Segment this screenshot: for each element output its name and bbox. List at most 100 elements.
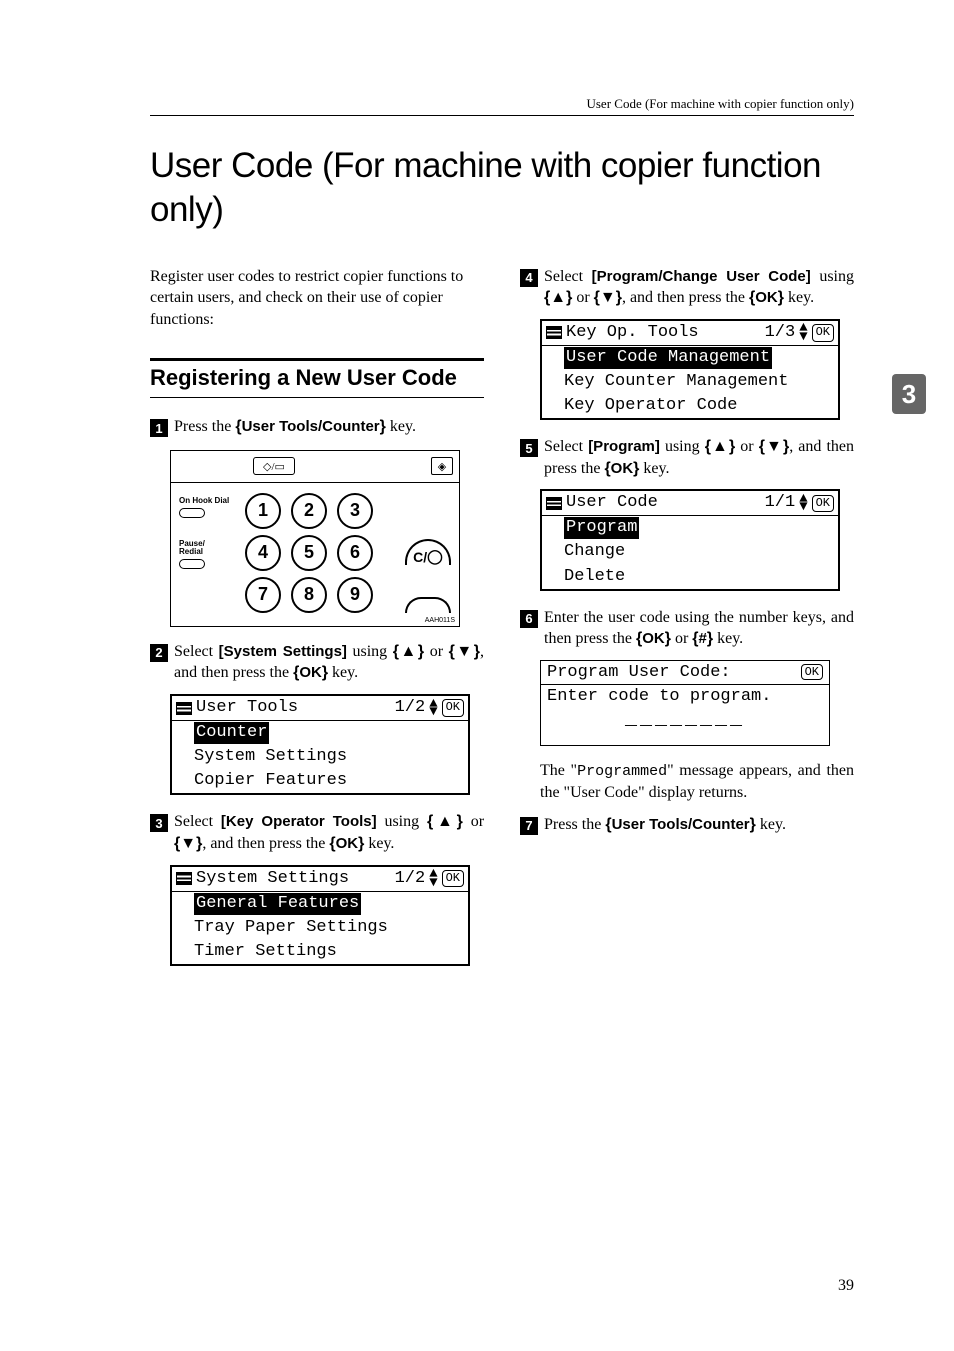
keypad-3: 3: [337, 493, 373, 529]
step-text: key.: [386, 418, 416, 435]
ok-indicator: OK: [442, 699, 464, 717]
step-5: 5 Select [Program] using {▲} or {▼}, and…: [520, 436, 854, 479]
pause-label: Pause/: [179, 539, 205, 548]
menu-icon: [176, 702, 192, 715]
onhook-button-icon: [179, 508, 205, 518]
lcd-selected: Counter: [194, 722, 269, 744]
code-text: Programmed: [577, 763, 667, 780]
section-heading: Registering a New User Code: [150, 358, 484, 398]
step-1: 1 Press the {User Tools/Counter} key.: [150, 416, 484, 438]
step-text: Select: [174, 643, 219, 660]
scroll-icon: ▲▼: [429, 700, 437, 717]
illustration-id: AAH011S: [171, 617, 459, 626]
step-7: 7 Press the {User Tools/Counter} key.: [520, 814, 854, 836]
menu-name: [Program]: [588, 438, 660, 455]
lcd-item: Change: [542, 540, 838, 564]
menu-icon: [546, 326, 562, 339]
display-indicator: ◇/▭: [253, 457, 295, 475]
lcd-user-tools: User Tools 1/2 ▲▼ OK Counter System Sett…: [170, 694, 470, 795]
indicator-icon: ◈: [431, 457, 453, 475]
lcd-page: 1/3: [765, 322, 796, 344]
result-note: The "Programmed" message appears, and th…: [540, 760, 854, 804]
down-arrow-icon: ▼: [765, 438, 783, 455]
key-label: User Tools/Counter: [242, 418, 380, 435]
step-text: key.: [328, 664, 358, 681]
lcd-page: 1/2: [395, 697, 426, 719]
ok-indicator: OK: [812, 324, 834, 342]
step-text: using: [660, 438, 705, 455]
lcd-page: 1/1: [765, 492, 796, 514]
lcd-title: System Settings: [196, 868, 349, 890]
keypad-7: 7: [245, 577, 281, 613]
down-arrow-icon: ▼: [180, 835, 196, 852]
menu-icon: [546, 497, 562, 510]
step-2: 2 Select [System Settings] using {▲} or …: [150, 641, 484, 684]
up-arrow-icon: ▲: [433, 813, 456, 830]
step-text: , and then press the: [622, 289, 749, 306]
step-text: key.: [713, 630, 743, 647]
lcd-title: User Tools: [196, 697, 298, 719]
key-label: User Tools/Counter: [612, 816, 750, 833]
lcd-key-op-tools: Key Op. Tools 1/3 ▲▼ OK User Code Manage…: [540, 319, 840, 420]
step-number: 7: [520, 817, 538, 835]
step-text: Select: [174, 813, 221, 830]
keypad-9: 9: [337, 577, 373, 613]
up-arrow-icon: ▲: [711, 438, 729, 455]
lcd-input-field: ________: [541, 706, 829, 745]
menu-name: [System Settings]: [219, 643, 347, 660]
step-text: key.: [639, 460, 669, 477]
step-text: key.: [364, 835, 394, 852]
step-text: using: [377, 813, 427, 830]
lcd-item: Delete: [542, 565, 838, 589]
step-text: Select: [544, 438, 588, 455]
keypad-6: 6: [337, 535, 373, 571]
menu-icon: [176, 872, 192, 885]
lcd-title: User Code: [566, 492, 658, 514]
pause-button-icon: [179, 559, 205, 569]
intro-text: Register user codes to restrict copier f…: [150, 266, 484, 331]
keypad-illustration: ◇/▭ ◈ On Hook Dial Pause/ Redial: [170, 450, 460, 627]
step-number: 3: [150, 814, 168, 832]
lcd-program-code: Program User Code: OK Enter code to prog…: [540, 660, 830, 746]
keypad-8: 8: [291, 577, 327, 613]
step-number: 2: [150, 644, 168, 662]
step-text: using: [347, 643, 393, 660]
lcd-item: Timer Settings: [172, 940, 468, 964]
page-title: User Code (For machine with copier funct…: [150, 144, 854, 232]
up-arrow-icon: ▲: [550, 289, 566, 306]
down-arrow-icon: ▼: [455, 643, 474, 660]
key-label: OK: [642, 630, 665, 647]
page-number: 39: [838, 1277, 854, 1295]
ok-indicator: OK: [442, 870, 464, 888]
onhook-label: On Hook Dial: [179, 496, 229, 505]
lcd-item: System Settings: [172, 745, 468, 769]
step-number: 6: [520, 610, 538, 628]
lcd-selected: Program: [564, 517, 639, 539]
menu-name: [Program/Change User Code]: [592, 268, 811, 285]
keypad-2: 2: [291, 493, 327, 529]
step-text: Press the: [174, 418, 235, 435]
step-text: Select: [544, 268, 592, 285]
ok-indicator: OK: [801, 664, 823, 680]
lcd-page: 1/2: [395, 868, 426, 890]
partial-key-icon: [405, 597, 451, 613]
redial-label: Redial: [179, 547, 203, 556]
lcd-title: Program User Code:: [547, 663, 731, 682]
step-number: 4: [520, 269, 538, 287]
step-6: 6 Enter the user code using the number k…: [520, 607, 854, 650]
lcd-selected: General Features: [194, 893, 361, 915]
lcd-title: Key Op. Tools: [566, 322, 699, 344]
up-arrow-icon: ▲: [399, 643, 418, 660]
key-label: OK: [755, 289, 778, 306]
lcd-selected: User Code Management: [564, 347, 772, 369]
scroll-icon: ▲▼: [429, 870, 437, 887]
step-4: 4 Select [Program/Change User Code] usin…: [520, 266, 854, 309]
step-text: key.: [784, 289, 814, 306]
key-label: #: [699, 630, 707, 647]
keypad-1: 1: [245, 493, 281, 529]
lcd-item: Key Operator Code: [542, 394, 838, 418]
menu-name: [Key Operator Tools]: [221, 813, 377, 830]
step-text: using: [811, 268, 854, 285]
clear-key-icon: C/◯: [405, 539, 451, 565]
ok-indicator: OK: [812, 495, 834, 513]
